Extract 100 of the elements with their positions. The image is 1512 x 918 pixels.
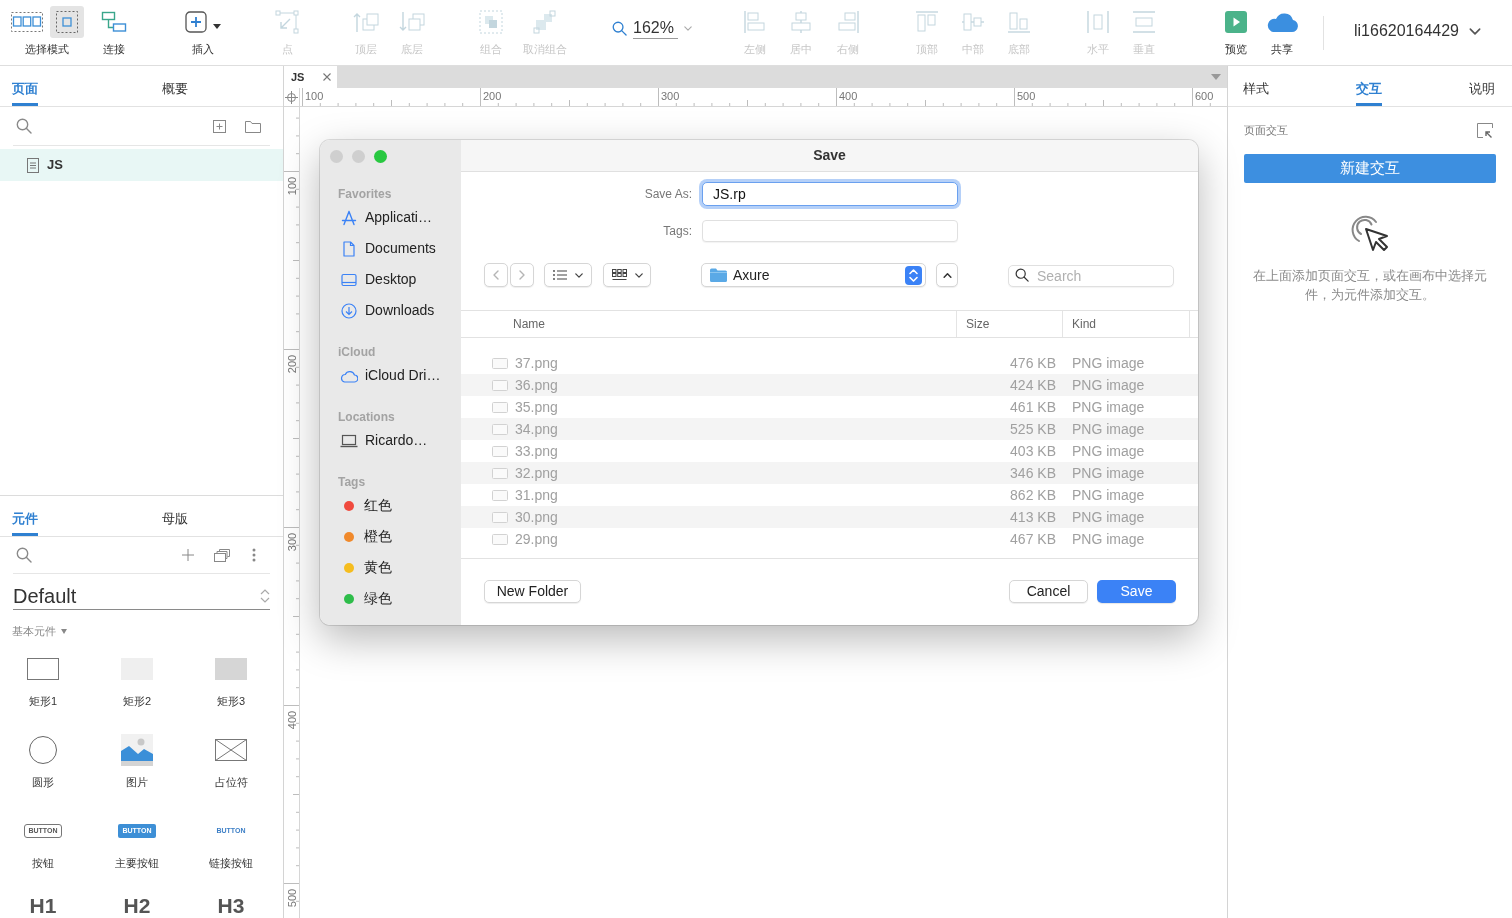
widget-item[interactable]: 矩形1 xyxy=(0,651,86,732)
file-icon xyxy=(492,379,508,391)
tags-field[interactable] xyxy=(702,220,958,242)
toolbar-button[interactable]: 插入 xyxy=(177,0,228,56)
laptop-icon xyxy=(340,433,358,448)
toolbar-button[interactable]: 共享 xyxy=(1259,0,1305,56)
distribute-horizontal-icon xyxy=(1086,10,1110,34)
library-select[interactable]: Default xyxy=(13,582,270,610)
search-icon xyxy=(16,547,32,563)
intersect-select-icon xyxy=(11,12,43,32)
sidebar-item[interactable]: iCloud Dri… xyxy=(320,360,461,391)
user-account-menu[interactable]: li16620164429 xyxy=(1354,20,1481,42)
caret-down-icon xyxy=(1211,74,1221,80)
heading-widget[interactable]: H1 xyxy=(0,894,86,918)
add-page-icon xyxy=(213,119,226,133)
window-zoom-button[interactable] xyxy=(374,149,387,163)
bring-to-front-icon xyxy=(353,11,379,33)
align-top-icon xyxy=(915,10,939,34)
crosshair-icon xyxy=(285,90,298,104)
widget-item[interactable]: 矩形3 xyxy=(188,651,274,732)
column-header[interactable]: Kind xyxy=(1063,311,1190,337)
panel-tab[interactable]: 页面 xyxy=(12,66,38,106)
file-size-cell-text: 476 KB xyxy=(1009,353,1057,373)
sidebar-item[interactable]: Ricardo… xyxy=(320,425,461,456)
panel-tab[interactable]: 说明 xyxy=(1469,66,1495,106)
sidebar-heading: Tags xyxy=(337,474,367,490)
panel-tab[interactable]: 元件 xyxy=(12,496,38,536)
file-name-cell-text: 33.png xyxy=(515,441,558,461)
search-field[interactable]: Search xyxy=(1008,265,1174,287)
toolbar-button[interactable]: 连接 xyxy=(91,0,137,56)
filename-field[interactable]: JS.rp xyxy=(702,182,958,206)
location-dropdown[interactable]: Axure xyxy=(701,263,926,287)
file-size-cell-text: 862 KB xyxy=(1009,485,1057,505)
file-name-cell-text: 35.png xyxy=(515,397,558,417)
toolbar-button[interactable]: 预览 xyxy=(1213,0,1259,56)
align-right-icon xyxy=(836,10,860,34)
ruler-label: 100 xyxy=(305,90,324,103)
file-kind-cell-text: PNG image xyxy=(1071,507,1145,527)
heading-widget[interactable]: H2 xyxy=(94,894,180,918)
sidebar-tag-item[interactable]: 红色 xyxy=(320,490,461,521)
forward-button[interactable] xyxy=(510,263,534,287)
panel-tab[interactable]: 交互 xyxy=(1356,66,1382,106)
up-down-chevron-icon xyxy=(905,265,922,285)
page-item[interactable]: JS xyxy=(0,149,283,181)
sidebar-item[interactable]: Desktop xyxy=(320,264,461,295)
widget-item[interactable]: 图片 xyxy=(94,732,180,813)
sidebar-heading: Locations xyxy=(337,409,396,425)
sidebar-heading: iCloud xyxy=(337,344,377,360)
page-icon xyxy=(27,157,39,173)
pointer-icon xyxy=(275,10,299,34)
file-name-cell-text: 36.png xyxy=(515,375,558,395)
sidebar-item[interactable]: Downloads xyxy=(320,295,461,326)
placeholder-icon xyxy=(215,739,247,761)
selection-mode-button[interactable] xyxy=(50,6,84,38)
chevron-left-icon xyxy=(493,270,499,280)
file-kind-cell-text: PNG image xyxy=(1071,441,1145,461)
category-header[interactable]: 基本元件 xyxy=(12,623,67,639)
sidebar-item[interactable]: Documents xyxy=(320,233,461,264)
file-size-cell-text: 403 KB xyxy=(1009,441,1057,461)
file-size-cell-text: 413 KB xyxy=(1009,507,1057,527)
desktop-icon xyxy=(341,271,357,288)
save-button[interactable]: Save xyxy=(1097,580,1176,603)
new-folder-button[interactable]: New Folder xyxy=(484,580,581,603)
send-to-back-icon xyxy=(399,11,425,33)
panel-tab[interactable]: 母版 xyxy=(162,496,188,536)
cloud-icon xyxy=(340,368,358,383)
widget-item[interactable]: 圆形 xyxy=(0,732,86,813)
document-tab[interactable]: JS xyxy=(284,66,337,88)
sidebar-item[interactable]: Applicati… xyxy=(320,202,461,233)
dialog-title: Save xyxy=(813,146,846,165)
more-icon xyxy=(252,548,256,562)
ruler-label: 400 xyxy=(839,90,858,103)
sidebar-tag-item[interactable]: 绿色 xyxy=(320,583,461,614)
sidebar-tag-item[interactable]: 橙色 xyxy=(320,521,461,552)
back-button[interactable] xyxy=(484,263,508,287)
heading-widget[interactable]: H3 xyxy=(188,894,274,918)
ruler-label: 300 xyxy=(285,532,299,552)
selection-mode-label: 选择模式 xyxy=(25,42,69,56)
file-name-cell-text: 30.png xyxy=(515,507,558,527)
file-kind-cell-text: PNG image xyxy=(1071,353,1145,373)
widget-item[interactable]: 占位符 xyxy=(188,732,274,813)
list-view-button[interactable] xyxy=(544,263,592,287)
chevron-up-icon xyxy=(942,272,952,278)
caret-down-icon xyxy=(61,628,67,634)
plus-icon xyxy=(184,11,207,33)
expand-button[interactable] xyxy=(936,263,958,287)
file-size-cell-text: 424 KB xyxy=(1009,375,1057,395)
cancel-button[interactable]: Cancel xyxy=(1009,580,1088,603)
sidebar-tag-item[interactable]: 黄色 xyxy=(320,552,461,583)
connector-icon xyxy=(101,11,127,33)
column-header[interactable]: Name xyxy=(461,311,957,337)
widget-item[interactable]: 矩形2 xyxy=(94,651,180,732)
sidebar-heading: Favorites xyxy=(337,186,393,202)
panel-tab[interactable]: 概要 xyxy=(162,66,188,106)
panel-tab[interactable]: 样式 xyxy=(1243,66,1269,106)
copy-icon xyxy=(214,548,230,562)
zoom-dropdown[interactable]: 162% xyxy=(612,17,694,39)
grid-view-button[interactable] xyxy=(603,263,651,287)
plus-icon xyxy=(182,549,194,561)
column-header[interactable]: Size xyxy=(957,311,1063,337)
